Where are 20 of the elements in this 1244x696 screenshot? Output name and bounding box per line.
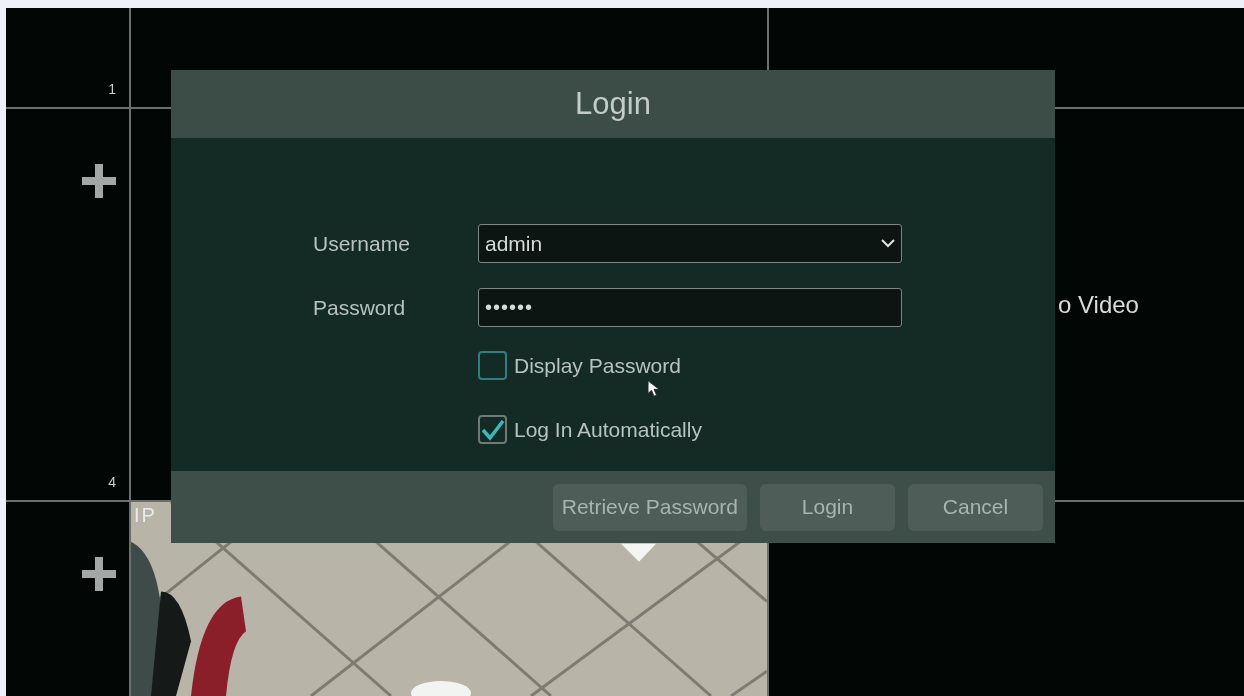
cursor-icon [647,380,661,397]
password-field[interactable]: •••••• [478,288,902,327]
checkbox[interactable] [478,351,507,380]
chevron-icon [881,239,895,248]
username-dropdown[interactable]: admin [478,224,902,263]
checkbox[interactable] [478,415,507,444]
cancel-button[interactable]: Cancel [908,483,1043,531]
checkbox-label: Log In Automatically [514,417,702,442]
channel-number: 1 [108,81,116,97]
checkbox-label: Display Password [514,353,681,378]
login-button[interactable]: Login [760,483,895,531]
field-label: Password [313,295,407,320]
status-text: o Video [1058,290,1139,319]
retrieve-button[interactable]: Retrieve Password [552,483,747,531]
field-label: Username [313,231,411,256]
camera-label: IP [134,504,157,527]
add-icon[interactable] [82,557,116,591]
add-icon[interactable] [82,164,116,198]
channel-number: 4 [108,474,116,490]
dialog-title: Login [575,86,651,122]
